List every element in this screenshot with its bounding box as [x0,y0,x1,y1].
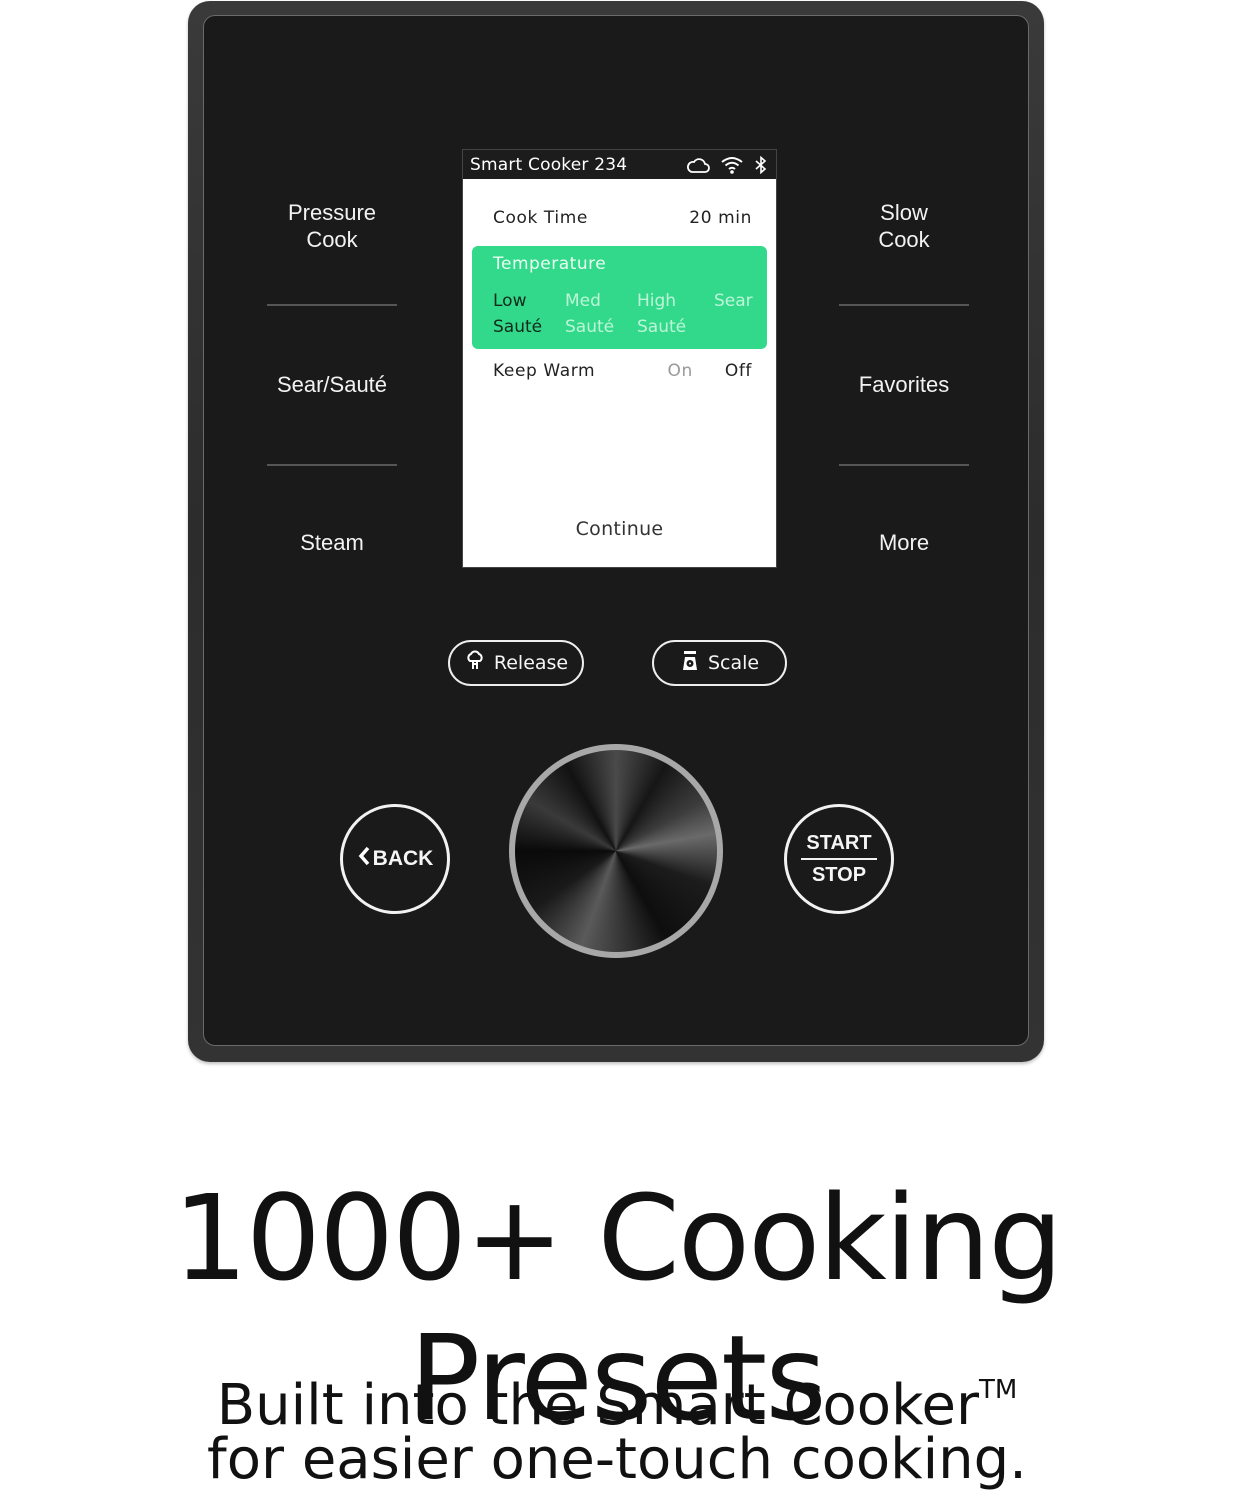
temp-option-sear[interactable]: Sear [714,288,753,314]
keep-warm-off[interactable]: Off [725,361,752,381]
pressure-cook-label-2: Cook [306,227,358,252]
more-button[interactable]: More [819,529,989,556]
temp-option-low-saute[interactable]: Low Sauté [493,288,542,340]
cook-time-value: 20 min [689,208,752,228]
steam-button[interactable]: Steam [247,529,417,556]
slow-cook-label-1: Slow [880,200,928,225]
option-text: Low [493,291,527,311]
option-text: Sauté [493,317,543,337]
scale-label: Scale [707,652,760,674]
cloud-icon [686,156,710,174]
divider [839,304,969,306]
cook-time-label: Cook Time [493,208,588,228]
option-text: Sauté [637,317,687,337]
sear-saute-label: Sear/Sauté [276,372,388,397]
divider [267,304,397,306]
device-name: Smart Cooker 234 [470,154,628,175]
favorites-button[interactable]: Favorites [819,371,989,398]
back-label: BACK [372,847,434,870]
keep-warm-row: Keep Warm On Off [493,361,752,381]
status-bar: Smart Cooker 234 [463,150,776,179]
start-stop-divider [801,858,877,860]
option-text: Sear [714,291,753,311]
option-text: Sauté [565,317,615,337]
back-button[interactable]: BACK [340,804,450,914]
more-label: More [878,530,930,555]
cook-time-row[interactable]: Cook Time 20 min [493,208,752,228]
wifi-icon [720,156,744,174]
slow-cook-label-2: Cook [878,227,930,252]
subline-2: for easier one-touch cooking. [207,1427,1027,1492]
temp-option-med-saute[interactable]: Med Sauté [565,288,614,340]
temperature-label: Temperature [493,254,607,274]
scale-button[interactable]: Scale [652,640,787,686]
start-label: START [806,832,872,854]
option-text: Med [565,291,601,311]
control-dial[interactable] [509,744,723,958]
continue-button[interactable]: Continue [463,518,776,540]
trademark: TM [978,1375,1018,1405]
stop-label: STOP [811,864,867,886]
temp-option-high-saute[interactable]: High Sauté [637,288,686,340]
pressure-cook-label-1: Pressure [287,200,377,225]
release-button[interactable]: Release [448,640,584,686]
steam-release-icon [464,650,486,677]
divider [267,464,397,466]
bluetooth-icon [754,155,768,174]
slow-cook-button[interactable]: Slow Cook [819,199,989,253]
sear-saute-button[interactable]: Sear/Sauté [247,371,417,398]
display-screen: Smart Cooker 234 Cook Time 20 min Temper… [462,149,777,568]
keep-warm-on[interactable]: On [667,361,692,381]
option-text: High [637,291,677,311]
release-label: Release [493,652,569,674]
pressure-cook-button[interactable]: Pressure Cook [247,199,417,253]
keep-warm-label: Keep Warm [493,361,596,381]
start-stop-button[interactable]: START STOP [784,804,894,914]
divider [839,464,969,466]
temperature-selector[interactable]: Temperature Low Sauté Med Sauté High Sau… [472,246,767,349]
favorites-label: Favorites [858,372,950,397]
steam-label: Steam [300,530,364,555]
chevron-left-icon [357,845,371,873]
scale-icon [680,650,700,677]
dial-face [515,750,717,952]
